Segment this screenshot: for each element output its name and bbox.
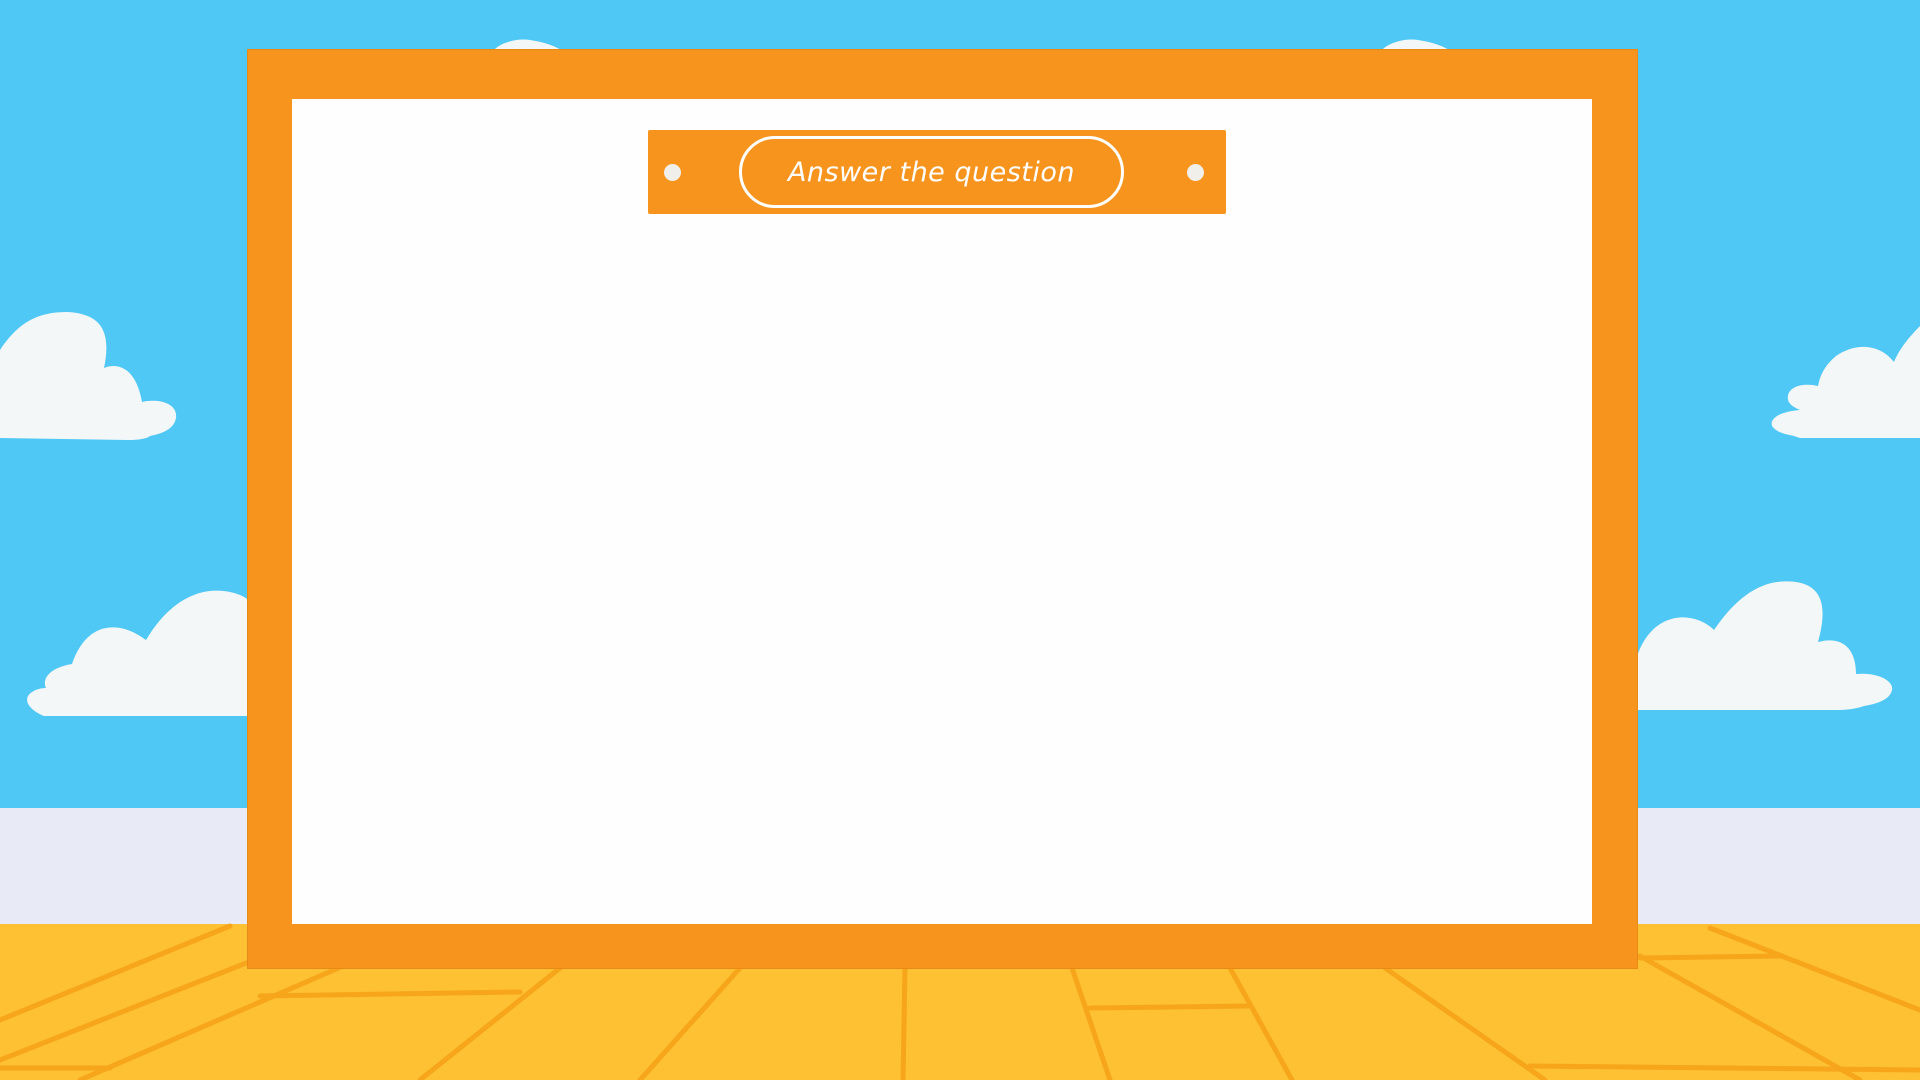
page-title: Answer the question [787,156,1076,188]
game-stage: Answer the question [0,0,1920,1080]
title-plaque: Answer the question [648,130,1226,214]
dot-icon [1187,164,1204,181]
title-pill: Answer the question [739,136,1124,208]
question-board [292,99,1592,924]
dot-icon [664,164,681,181]
